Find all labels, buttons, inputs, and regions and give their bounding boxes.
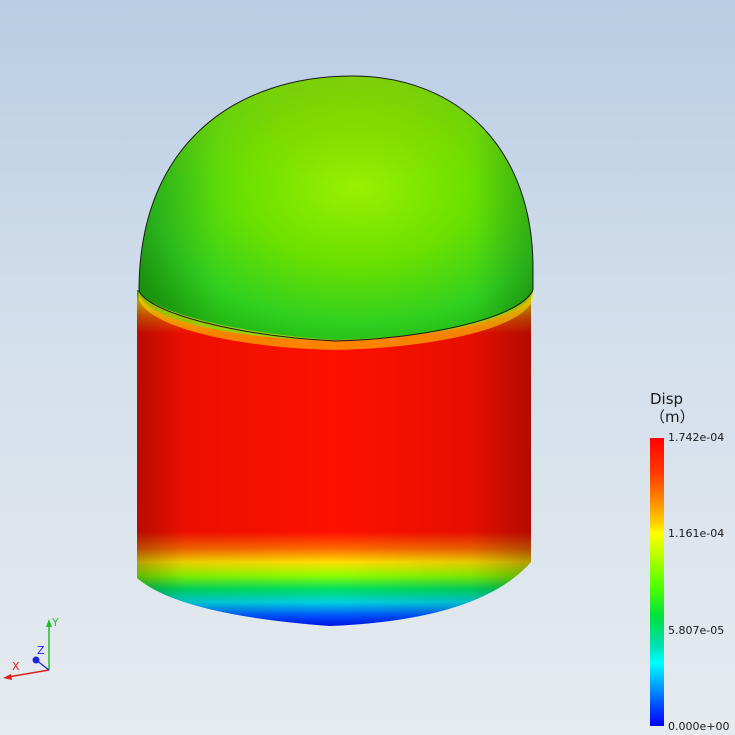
axis-triad: Y X Z [3, 616, 59, 680]
legend-min-label: 0.000e+00 [668, 720, 730, 733]
legend-label-2: 1.161e-04 [668, 527, 725, 540]
model-viewport[interactable]: Y X Z [0, 0, 735, 735]
legend-unit: （m） [650, 408, 695, 426]
axis-y-label: Y [51, 616, 59, 629]
axis-z-label: Z [37, 644, 45, 657]
axis-x-label: X [12, 660, 20, 673]
legend-max-label: 1.742e-04 [668, 431, 725, 444]
legend-label-3: 5.807e-05 [668, 624, 725, 637]
dome-cap [139, 76, 533, 350]
color-scale-bar [650, 438, 664, 726]
